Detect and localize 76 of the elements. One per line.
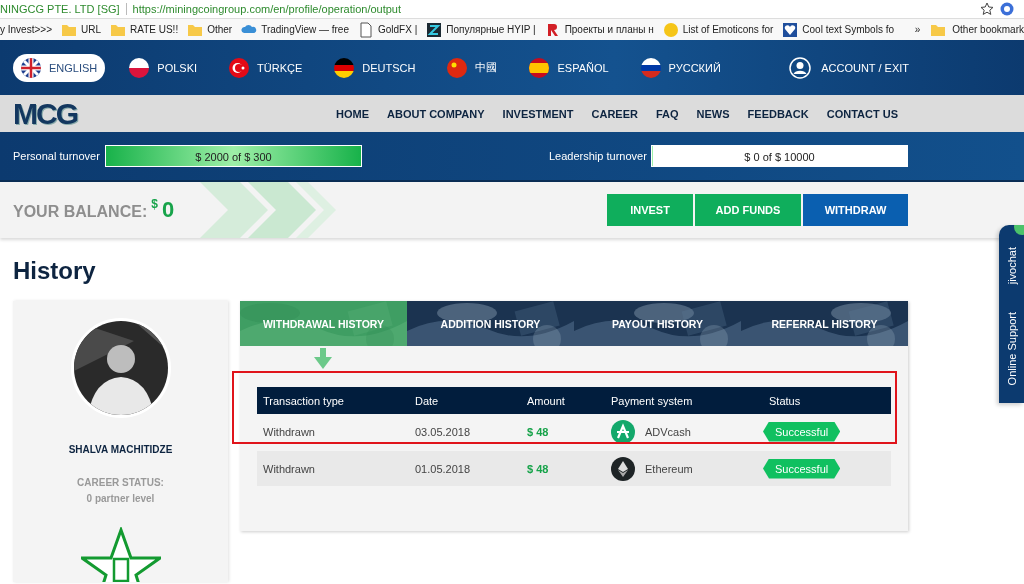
career-status-label: CAREER STATUS: [77, 476, 164, 490]
column-header: Status [769, 394, 802, 407]
table-cell-text: 01.05.2018 [415, 462, 472, 475]
nav-link[interactable]: CAREER [591, 107, 638, 120]
profile-name: SHALVA MACHITIDZE [68, 444, 173, 455]
flag-icon [447, 57, 468, 78]
turnover-label: Leadership turnover [549, 150, 648, 162]
bookmark[interactable]: List of Emoticons for [662, 21, 774, 38]
overflow-chevron[interactable]: » [914, 24, 921, 35]
flag-icon [229, 57, 250, 78]
turnover-reading: $ 2000 of $ 300 [194, 150, 273, 165]
balance-label: YOUR BALANCE: [13, 203, 148, 221]
nav-link[interactable]: FAQ [655, 107, 679, 120]
payment-system: Ethereum [645, 462, 693, 475]
bookmark[interactable]: GoldFX | [358, 21, 418, 38]
down-arrow-icon [314, 348, 332, 370]
nav-link[interactable]: ABOUT COMPANY [387, 107, 485, 120]
flag-icon [129, 57, 150, 78]
square-icon [426, 21, 443, 38]
history-tab[interactable]: ADDITION HISTORY [407, 301, 574, 346]
balance-amount: 0 [161, 197, 175, 223]
nav-link[interactable]: INVESTMENT [502, 107, 574, 120]
turnover-label: Personal turnover [13, 150, 101, 162]
site-name: NINGCG PTE. LTD [SG] [0, 3, 120, 15]
nav-link[interactable]: HOME [336, 107, 369, 120]
star-icon [980, 2, 994, 16]
bookmark[interactable]: Cool text Symbols fo [782, 21, 895, 38]
column-header: Date [415, 394, 440, 407]
currency-sign: $ [151, 197, 158, 211]
logo[interactable]: MCG [13, 98, 77, 129]
flag-icon [334, 57, 355, 78]
status-badge: Successful [763, 458, 841, 479]
turnover-reading: $ 0 of $ 10000 [743, 150, 816, 165]
payment-system: ADVcash [645, 425, 691, 438]
bookmark[interactable]: Other [187, 21, 233, 38]
language-option[interactable]: DEUTSCH [326, 53, 424, 82]
chat-label[interactable]: jivochat [1005, 247, 1018, 285]
status-badge: Successful [763, 421, 841, 442]
table-cell-text: $ 48 [527, 462, 550, 475]
column-header: Transaction type [263, 394, 345, 407]
table-cell-text: $ 48 [527, 425, 550, 438]
history-tab[interactable]: REFERRAL HISTORY [741, 301, 908, 346]
language-option[interactable]: TÜRKÇE [221, 53, 311, 82]
nav-link[interactable]: FEEDBACK [747, 107, 809, 120]
language-option[interactable]: 中國 [439, 53, 506, 82]
bookmark[interactable]: URL [61, 21, 101, 38]
nav-link[interactable]: NEWS [696, 107, 730, 120]
language-option[interactable]: РУССКИЙ [632, 53, 729, 82]
history-tab[interactable]: PAYOUT HISTORY [574, 301, 741, 346]
action-button[interactable]: WITHDRAW [803, 194, 908, 226]
flag-icon [21, 57, 41, 78]
bookmark[interactable]: TradingView — free [241, 21, 349, 38]
account-icon [789, 56, 812, 79]
page-title: History [13, 256, 96, 285]
language-option[interactable]: POLSKI [121, 53, 206, 82]
table-cell-text: Withdrawn [263, 462, 316, 475]
emoji-icon [662, 21, 679, 38]
column-header: Amount [527, 394, 566, 407]
bookmark[interactable]: Проекты и планы н [544, 21, 654, 38]
address-field[interactable]: https://miningcoingroup.com/en/profile/operation/output [132, 3, 974, 15]
payment-logo-icon [611, 419, 635, 444]
bookmark[interactable]: RATE US!! [110, 21, 179, 38]
career-status-value: 0 partner level [85, 492, 156, 506]
nav-link[interactable]: CONTACT US [826, 107, 898, 120]
flag-icon [529, 57, 550, 78]
table-cell-text: 03.05.2018 [415, 425, 472, 438]
chat-label[interactable]: Online Support [1005, 312, 1018, 386]
language-option[interactable]: ESPAÑOL [521, 53, 617, 82]
table-cell-text: Withdrawn [263, 425, 316, 438]
column-header: Payment system [611, 394, 694, 407]
bookmark[interactable]: Популярные HYIP | [426, 21, 536, 38]
language-option[interactable]: ENGLISH [13, 53, 106, 82]
bookmark[interactable]: Other bookmark [930, 21, 1024, 38]
bookmark[interactable]: y Invest>>> [0, 24, 52, 35]
account-link[interactable]: ACCOUNT / EXIT [821, 61, 909, 74]
flag-icon [640, 57, 661, 78]
